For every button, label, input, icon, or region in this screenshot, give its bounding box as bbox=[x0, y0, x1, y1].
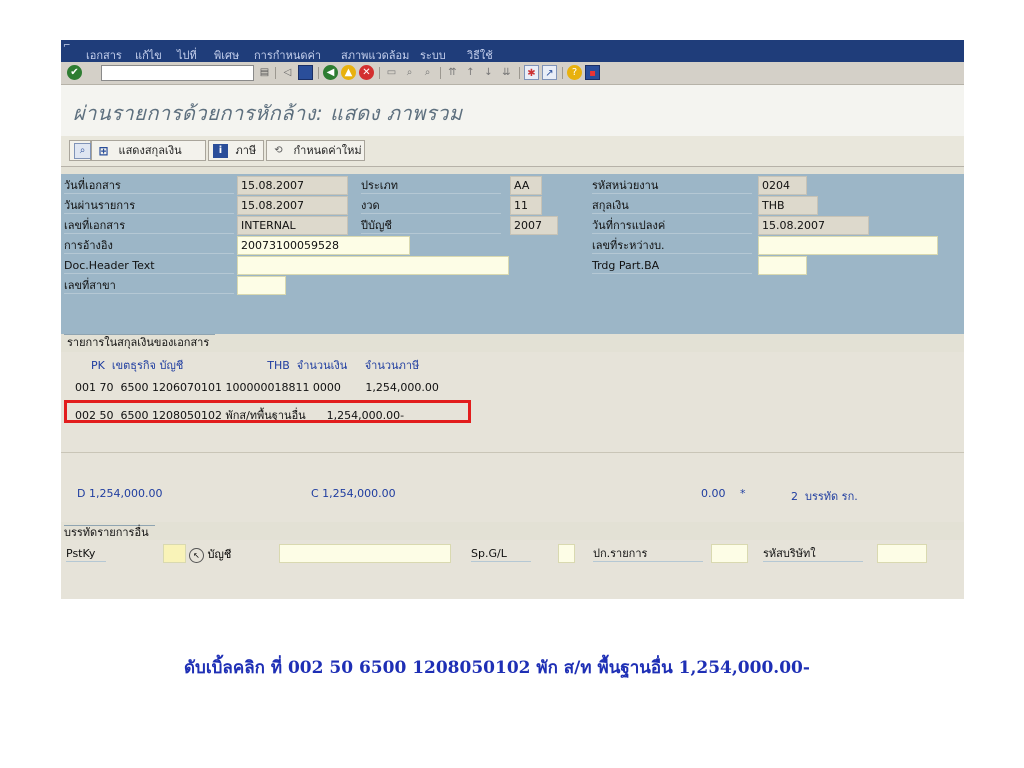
back-icon[interactable]: ◀ bbox=[323, 65, 338, 80]
translation-date-label: วันที่การแปลงค่ bbox=[592, 218, 752, 234]
spgl-label: Sp.G/L bbox=[471, 546, 531, 562]
create-session-icon[interactable]: ✱ bbox=[524, 65, 539, 80]
menu-bar: ⌐ เอกสาร แก้ไข ไปที่ พิเศษ การกำหนดค่า ส… bbox=[61, 40, 964, 62]
dropdown-icon[interactable]: ▤ bbox=[257, 65, 272, 80]
trans-type-field[interactable] bbox=[711, 544, 748, 563]
doc-no-field: INTERNAL bbox=[237, 216, 348, 235]
instruction-caption: ดับเบิ้ลคลิก ที่ 002 50 6500 1208050102 … bbox=[184, 658, 810, 678]
account-label: บัญชี bbox=[207, 548, 232, 561]
unit-code-field: 0204 bbox=[758, 176, 807, 195]
account-label-wrap: ↖ บัญชี bbox=[189, 545, 231, 563]
line-count: 2 บรรทัด รก. bbox=[791, 490, 858, 503]
help-icon[interactable]: ? bbox=[567, 65, 582, 80]
show-currency-label: แสดงสกุลเงิน bbox=[118, 144, 182, 157]
branch-label: เลขที่สาขา bbox=[64, 278, 234, 294]
post-date-field: 15.08.2007 bbox=[237, 196, 348, 215]
intercompany-field[interactable] bbox=[758, 236, 938, 255]
back-nav-icon[interactable]: ◁ bbox=[280, 65, 295, 80]
find-next-icon[interactable]: ⌕ bbox=[420, 65, 435, 80]
doc-header-text-field[interactable] bbox=[237, 256, 509, 275]
first-page-icon[interactable]: ⇈ bbox=[445, 65, 460, 80]
cancel-icon[interactable]: ✕ bbox=[359, 65, 374, 80]
trans-type-label: ปก.รายการ bbox=[593, 546, 703, 562]
title-area: ผ่านรายการด้วยการหักล้าง: แสดง ภาพรวม bbox=[61, 85, 964, 136]
system-menu-icon[interactable]: ⌐ bbox=[63, 41, 71, 51]
magnifier-icon: ⌕ bbox=[74, 143, 91, 159]
company-code-field[interactable] bbox=[877, 544, 927, 563]
document-header-panel: วันที่เอกสาร 15.08.2007 วันผ่านรายการ 15… bbox=[61, 174, 964, 334]
trading-ba-label: Trdg Part.BA bbox=[592, 258, 752, 274]
standard-toolbar: ✔ ▤ ◁ ◀ ▲ ✕ ▭ ⌕ ⌕ ⇈ ↑ ↓ ⇊ ✱ ↗ ? ▪ bbox=[61, 62, 964, 85]
reference-field[interactable]: 20073100059528 bbox=[237, 236, 410, 255]
page-title: ผ่านรายการด้วยการหักล้าง: แสดง ภาพรวม bbox=[73, 101, 463, 125]
line-items-panel: PK เขตธุรกิจ บัญชี THB จำนวนเงิน จำนวนภา… bbox=[61, 352, 964, 452]
reset-icon: ⟲ bbox=[274, 145, 283, 156]
save-icon[interactable] bbox=[298, 65, 313, 80]
prev-page-icon[interactable]: ↑ bbox=[463, 65, 478, 80]
reset-button[interactable]: ⟲ กำหนดค่าใหม่ bbox=[266, 140, 365, 161]
toolbar-separator bbox=[519, 67, 520, 79]
intercompany-label: เลขที่ระหว่างบ. bbox=[592, 238, 752, 254]
doc-date-field: 15.08.2007 bbox=[237, 176, 348, 195]
command-field[interactable] bbox=[101, 65, 254, 81]
sap-window: ⌐ เอกสาร แก้ไข ไปที่ พิเศษ การกำหนดค่า ส… bbox=[61, 40, 964, 599]
show-currency-button[interactable]: ⊞ แสดงสกุลเงิน bbox=[91, 140, 206, 161]
application-toolbar: ⌕ ⊞ แสดงสกุลเงิน i ภาษี ⟲ กำหนดค่าใหม่ bbox=[61, 136, 964, 167]
totals-panel: D 1,254,000.00 C 1,254,000.00 0.00 * 2 บ… bbox=[61, 452, 964, 522]
cursor-icon: ↖ bbox=[189, 548, 204, 563]
other-line-group-title: บรรทัดรายการอื่น bbox=[64, 525, 155, 540]
toolbar-separator bbox=[562, 67, 563, 79]
branch-field[interactable] bbox=[237, 276, 286, 295]
tax-label: ภาษี bbox=[235, 144, 257, 157]
other-line-panel: PstKy ↖ บัญชี Sp.G/L ปก.รายการ รหัสบริษั… bbox=[61, 540, 964, 599]
find-icon[interactable]: ⌕ bbox=[402, 65, 417, 80]
toolbar-separator bbox=[318, 67, 319, 79]
pstky-field[interactable] bbox=[163, 544, 186, 563]
translation-date-field: 15.08.2007 bbox=[758, 216, 869, 235]
display-document-button[interactable]: ⌕ bbox=[69, 140, 91, 161]
print-icon[interactable]: ▭ bbox=[384, 65, 399, 80]
items-column-header: PK เขตธุรกิจ บัญชี THB จำนวนเงิน จำนวนภา… bbox=[91, 359, 420, 372]
line-item-1[interactable]: 001 70 6500 1206070101 100000018811 0000… bbox=[75, 381, 439, 394]
currency-field: THB bbox=[758, 196, 818, 215]
toolbar-separator bbox=[275, 67, 276, 79]
shortcut-icon[interactable]: ↗ bbox=[542, 65, 557, 80]
enter-icon[interactable]: ✔ bbox=[67, 65, 82, 80]
reference-label: การอ้างอิง bbox=[64, 238, 234, 254]
doc-no-label: เลขที่เอกสาร bbox=[64, 218, 234, 234]
company-code-label: รหัสบริษัทใ bbox=[763, 546, 863, 562]
next-page-icon[interactable]: ↓ bbox=[481, 65, 496, 80]
doc-type-field: AA bbox=[510, 176, 542, 195]
layout-icon[interactable]: ▪ bbox=[585, 65, 600, 80]
doc-type-label: ประเภท bbox=[361, 178, 501, 194]
pstky-label: PstKy bbox=[66, 546, 106, 562]
reset-label: กำหนดค่าใหม่ bbox=[293, 144, 362, 157]
items-group-title: รายการในสกุลเงินของเอกสาร bbox=[64, 334, 216, 351]
doc-date-label: วันที่เอกสาร bbox=[64, 178, 234, 194]
post-date-label: วันผ่านรายการ bbox=[64, 198, 234, 214]
period-field: 11 bbox=[510, 196, 542, 215]
credit-total: C 1,254,000.00 bbox=[311, 487, 396, 500]
period-label: งวด bbox=[361, 198, 501, 214]
unit-code-label: รหัสหน่วยงาน bbox=[592, 178, 752, 194]
info-icon: i bbox=[213, 144, 228, 158]
currency-label: สกุลเงิน bbox=[592, 198, 752, 214]
debit-total: D 1,254,000.00 bbox=[77, 487, 163, 500]
selected-item-highlight bbox=[64, 400, 471, 423]
exit-icon[interactable]: ▲ bbox=[341, 65, 356, 80]
hierarchy-icon: ⊞ bbox=[98, 144, 109, 158]
doc-header-text-label: Doc.Header Text bbox=[64, 258, 234, 274]
last-page-icon[interactable]: ⇊ bbox=[499, 65, 514, 80]
tax-button[interactable]: i ภาษี bbox=[208, 140, 264, 161]
balance-total: 0.00 bbox=[701, 487, 726, 500]
toolbar-separator bbox=[379, 67, 380, 79]
account-field[interactable] bbox=[279, 544, 451, 563]
toolbar-separator bbox=[440, 67, 441, 79]
balance-indicator: * bbox=[740, 487, 746, 500]
fiscal-year-label: ปีบัญชี bbox=[361, 218, 501, 234]
fiscal-year-field: 2007 bbox=[510, 216, 558, 235]
spgl-field[interactable] bbox=[558, 544, 575, 563]
trading-ba-field[interactable] bbox=[758, 256, 807, 275]
